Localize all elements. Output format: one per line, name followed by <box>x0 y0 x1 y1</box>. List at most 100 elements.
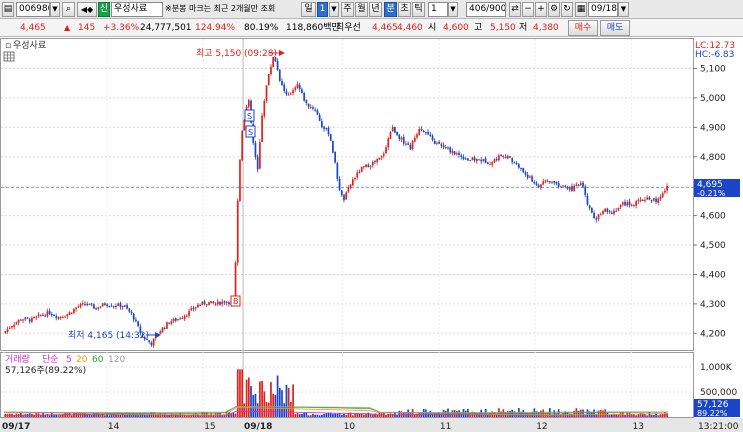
period-second-button[interactable]: 초 <box>398 2 411 17</box>
price-candle <box>429 134 432 137</box>
price-candle <box>371 162 374 166</box>
price-candle <box>655 198 657 203</box>
price-candle <box>369 165 372 167</box>
price-candle <box>529 176 531 178</box>
refresh-icon[interactable]: ↻ <box>561 2 573 17</box>
price-candle <box>305 99 308 103</box>
price-candle <box>70 312 73 314</box>
price-candle <box>48 310 51 315</box>
interval-select-arrow-icon[interactable]: ▼ <box>448 2 458 17</box>
price-candle <box>557 183 560 187</box>
price-candle <box>351 179 354 186</box>
price-candle <box>106 304 109 307</box>
search-icon[interactable]: ⌕ <box>62 2 75 17</box>
stock-code-input[interactable]: 006980 <box>16 2 50 17</box>
price-candle <box>278 69 281 81</box>
period-week-button[interactable]: 주 <box>341 2 354 17</box>
price-candle <box>55 315 58 318</box>
current-volume-rate: 89.22% <box>697 409 728 418</box>
volume-bar <box>272 393 275 417</box>
sell-signal-marker[interactable]: S <box>244 109 255 122</box>
compare-icon[interactable]: ⇄ <box>509 2 521 17</box>
menu-icon[interactable]: ▤ <box>2 2 14 17</box>
price-candle <box>588 205 591 209</box>
price-candle <box>453 151 456 155</box>
price-candle <box>179 318 182 320</box>
volume-bar <box>290 401 292 417</box>
speaker-icon[interactable]: ◀◆ <box>77 2 97 17</box>
price-candle <box>442 145 445 148</box>
price-candle <box>626 202 629 206</box>
price-candle <box>648 197 651 200</box>
volume-tick-label: 1,000K <box>700 363 733 373</box>
volume-bar <box>24 414 27 417</box>
price-tick-label: 4,900 <box>700 123 726 133</box>
price-candle <box>542 181 545 185</box>
price-candle <box>385 147 387 154</box>
buy-signal-marker[interactable]: B <box>230 295 241 307</box>
date-dropdown-icon[interactable]: ▼ <box>618 2 629 17</box>
interval-select[interactable]: 1 <box>428 2 448 17</box>
shrink-icon[interactable]: − <box>522 2 534 17</box>
time-tick-label: 09/18 <box>244 422 272 432</box>
high-annotation: 최고 5,150 (09:28) <box>196 48 277 59</box>
volume-bar <box>351 415 354 417</box>
volume-bar <box>307 415 310 417</box>
period-tick-button[interactable]: 틱 <box>412 2 425 17</box>
volume-bar <box>338 413 341 417</box>
price-candle <box>225 301 228 303</box>
date-field[interactable]: 09/18 <box>588 2 618 17</box>
price-candle <box>624 201 626 206</box>
current-price: 4,465 <box>20 23 46 33</box>
price-candle <box>387 138 390 148</box>
settings-icon[interactable]: ⚙ <box>548 2 560 17</box>
price-candle <box>535 183 538 186</box>
grid-toggle-icon[interactable] <box>3 51 15 62</box>
volume-bar <box>210 413 213 417</box>
volume-bar <box>298 414 301 417</box>
period-minute-button[interactable]: 분 <box>384 2 397 17</box>
buy-button[interactable]: 매수 <box>568 20 598 36</box>
sell-signal-marker[interactable]: S <box>245 125 256 138</box>
price-candle <box>405 143 407 145</box>
price-candle <box>26 317 29 319</box>
period-year-button[interactable]: 년 <box>369 2 382 17</box>
price-candle <box>504 157 507 159</box>
count-field[interactable]: 406/900 <box>466 2 506 17</box>
price-candle <box>95 308 97 310</box>
price-candle <box>208 302 210 305</box>
price-candle <box>35 316 38 318</box>
expand-icon[interactable]: + <box>535 2 547 17</box>
price-candle <box>615 210 618 212</box>
volume-bar <box>256 403 259 417</box>
sell-button[interactable]: 매도 <box>600 20 630 36</box>
price-candle <box>28 319 31 322</box>
low-price: 4,380 <box>533 23 559 33</box>
price-candle <box>192 307 195 309</box>
volume-bar <box>336 413 339 417</box>
price-candle <box>498 155 500 160</box>
volume-bar <box>332 413 334 417</box>
calendar-icon[interactable]: ▦ <box>575 2 587 17</box>
volume-bar <box>287 387 290 417</box>
period-interval-button[interactable]: 1 <box>317 2 328 17</box>
period-month-button[interactable]: 월 <box>355 2 368 17</box>
price-candle <box>560 186 562 188</box>
time-tick-label: 12 <box>536 422 547 432</box>
stock-chart[interactable]: 4,2004,3004,4004,5004,6004,7004,8004,900… <box>0 38 743 432</box>
price-candle <box>533 181 536 184</box>
price-candle <box>650 200 653 202</box>
panel-menu-icon[interactable]: ▫ <box>5 41 11 51</box>
price-candle <box>411 141 414 149</box>
period-day-button[interactable]: 일 <box>301 2 316 17</box>
price-candle <box>263 101 266 117</box>
price-candle <box>185 315 188 317</box>
interval-dropdown-icon[interactable]: ▼ <box>329 2 339 17</box>
volume-bar <box>323 413 325 417</box>
volume-bar <box>278 387 281 417</box>
price-candle <box>511 158 514 162</box>
stock-name-field[interactable]: 우성사료 <box>111 2 163 17</box>
volume-bar <box>420 413 423 417</box>
price-candle <box>75 307 78 310</box>
code-dropdown-icon[interactable]: ▼ <box>50 2 60 17</box>
